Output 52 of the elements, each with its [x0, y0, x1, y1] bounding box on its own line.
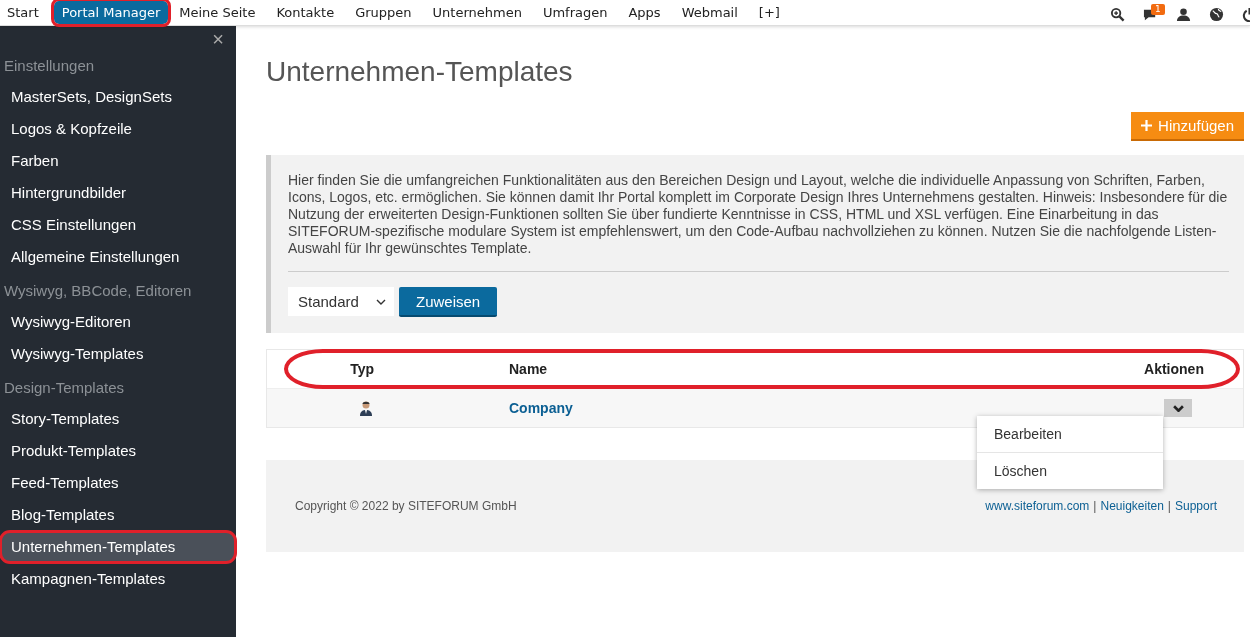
page-title: Unternehmen-Templates — [266, 56, 574, 88]
footer-link[interactable]: www.siteforum.com — [985, 499, 1090, 513]
sidebar-item[interactable]: CSS Einstellungen — [0, 209, 236, 241]
copyright-text: Copyright © 2022 by SITEFORUM GmbH — [295, 499, 517, 513]
column-header: Typ — [349, 361, 374, 377]
plus-icon — [1141, 120, 1153, 131]
template-select[interactable]: Standard — [288, 287, 394, 316]
footer-link[interactable]: Neuigkeiten — [1100, 499, 1164, 513]
nav-tab[interactable]: Umfragen — [538, 1, 618, 24]
nav-tab[interactable]: Meine Seite — [175, 1, 266, 24]
close-button[interactable]: × — [212, 30, 224, 48]
footer-link[interactable]: Support — [1174, 499, 1217, 513]
sidebar-item[interactable]: Farben — [0, 145, 236, 177]
sidebar-heading: Einstellungen — [3, 56, 96, 76]
column-header: Aktionen — [1143, 361, 1205, 377]
assign-button[interactable]: Zuweisen — [399, 287, 498, 317]
sidebar-item[interactable]: Blog-Templates — [0, 499, 236, 531]
sidebar-item[interactable]: Produkt-Templates — [0, 435, 236, 467]
globe-icon[interactable] — [1209, 7, 1224, 22]
sidebar-item[interactable]: Feed-Templates — [0, 467, 236, 499]
sidebar-item[interactable]: Logos & Kopfzeile — [0, 113, 236, 145]
link-separator: | — [1093, 499, 1097, 513]
chevron-down-icon — [376, 298, 386, 305]
nav-tab[interactable]: Gruppen — [351, 1, 422, 24]
menu-item[interactable]: Löschen — [977, 453, 1163, 489]
link-separator: | — [1167, 499, 1171, 513]
nav-tab[interactable]: Portal Manager — [53, 1, 169, 24]
column-header: Name — [509, 361, 549, 377]
nav-tab[interactable]: Unternehmen — [428, 1, 532, 24]
sidebar-item[interactable]: Wysiwyg-Templates — [0, 338, 236, 370]
nav-tab[interactable]: Start — [3, 1, 49, 24]
info-text: Hier finden Sie die umfangreichen Funktionalitäten aus den Bereichen Design und Layout, welche die individuelle Anpassung von Schriften, Farben, Icons, Logos, etc. ermöglichen. Sie können damit Ihr Portal komplett im Corporate Design Ihres Unternehmens gestalten. Hinweis: Insbesondere für die Nutzung der erweiterten Design-Funktionen sollten Sie über fundierte Kenntnisse in CSS, HTML und XSL verfügen. Eine Einarbeitung in das SITEFORUM-spezifische modulare System ist empfehlenswert, um den Code-Aufbau nachvollziehen zu können. Nutzen Sie die nachfolgende Listen-Auswahl für Ihr gewünschtes Template. — [288, 172, 1229, 257]
menu-item[interactable]: Bearbeiten — [977, 416, 1163, 453]
zoom-icon[interactable] — [1110, 7, 1125, 22]
sidebar-item[interactable]: Hintergrundbilder — [0, 177, 236, 209]
sidebar-heading: Wysiwyg, BBCode, Editoren — [3, 281, 193, 301]
user-icon[interactable] — [1176, 7, 1191, 22]
nav-tab[interactable]: Kontakte — [272, 1, 345, 24]
sidebar-item[interactable]: Story-Templates — [0, 403, 236, 435]
chevron-down-icon — [1172, 404, 1184, 412]
company-person-icon — [358, 400, 374, 416]
sidebar-item[interactable]: Kampagnen-Templates — [0, 563, 236, 595]
sidebar-item[interactable]: MasterSets, DesignSets — [0, 81, 236, 113]
nav-tab[interactable]: Apps — [624, 1, 671, 24]
sidebar-item[interactable]: Unternehmen-Templates — [0, 531, 236, 563]
nav-tab[interactable]: Webmail — [677, 1, 748, 24]
sidebar-heading: Design-Templates — [3, 378, 126, 398]
sidebar-item[interactable]: Allgemeine Einstellungen — [0, 241, 236, 273]
actions-dropdown-button[interactable] — [1164, 399, 1192, 417]
sidebar-item[interactable]: Wysiwyg-Editoren — [0, 306, 236, 338]
notification-badge: 1 — [1151, 4, 1165, 15]
nav-tab[interactable]: [+] — [754, 1, 790, 24]
